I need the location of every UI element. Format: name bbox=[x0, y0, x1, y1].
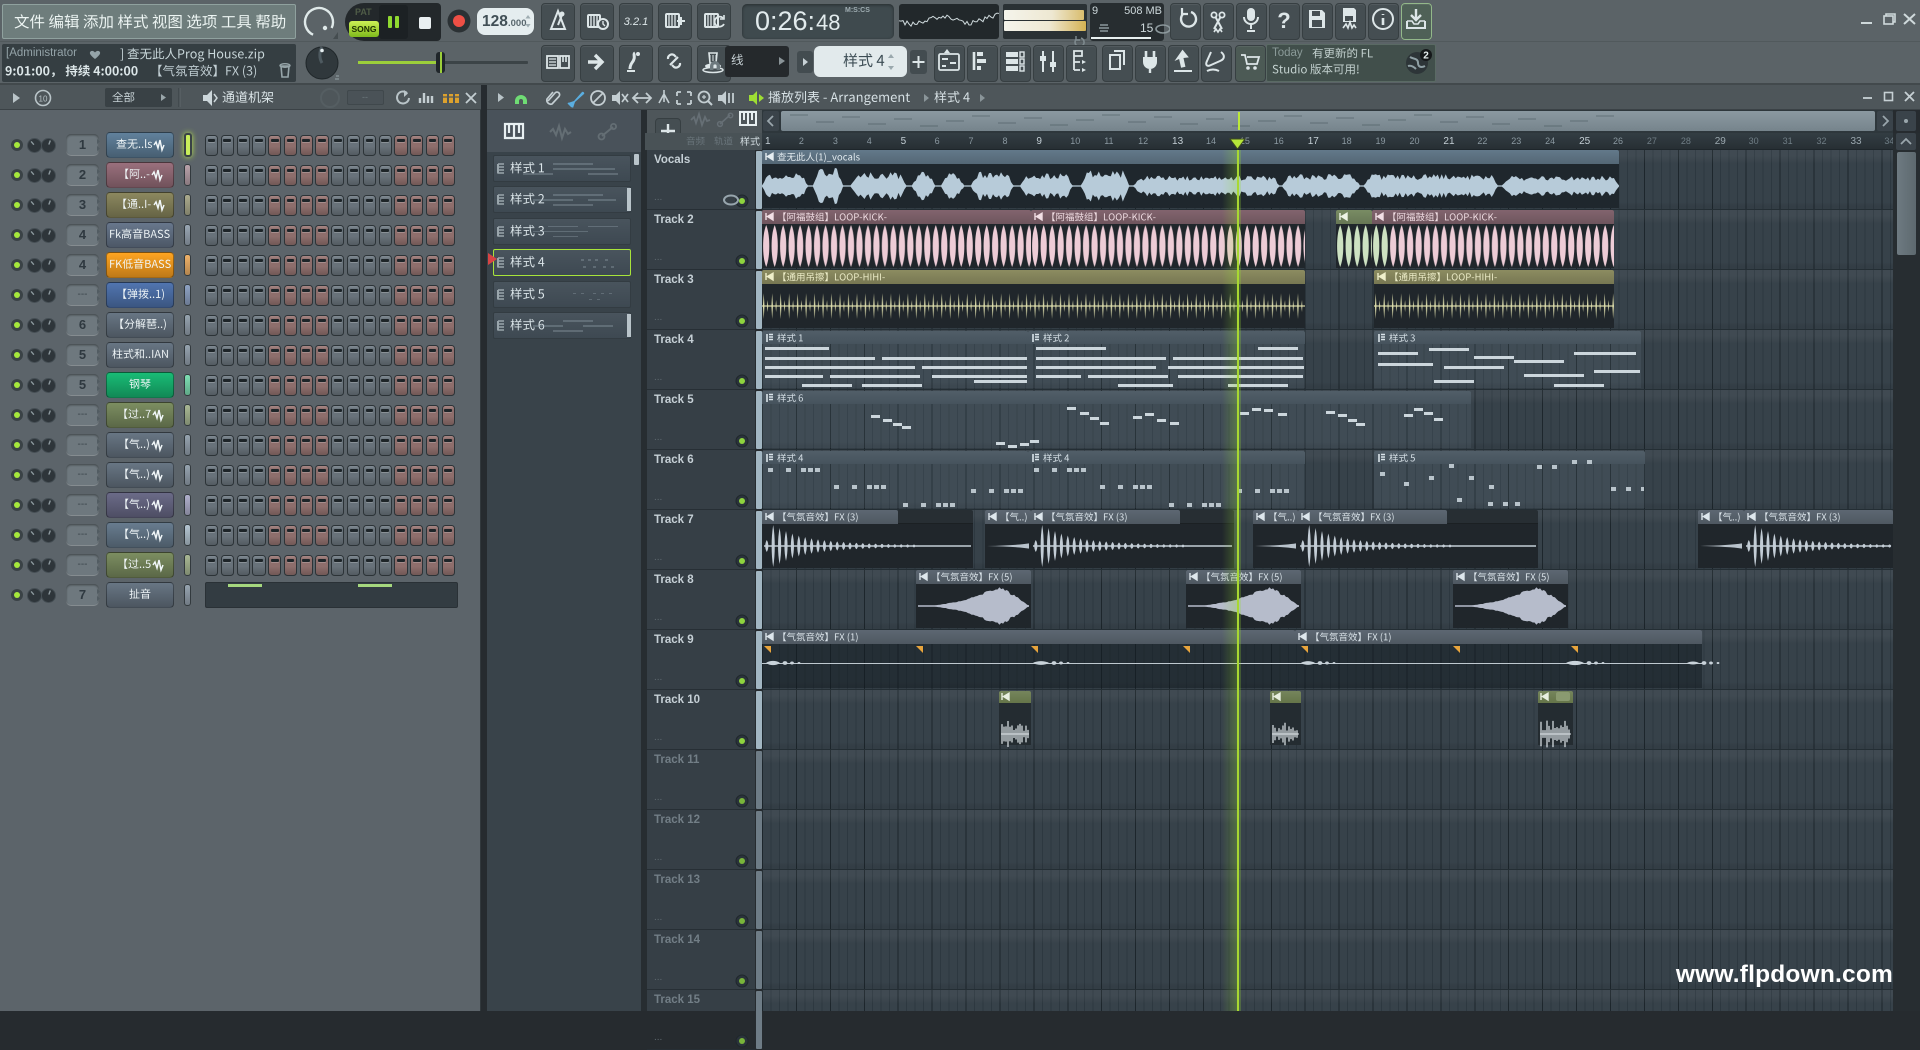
svg-text:2: 2 bbox=[1423, 51, 1429, 62]
svg-text:10: 10 bbox=[39, 95, 48, 104]
svg-text:3.2.1: 3.2.1 bbox=[624, 16, 648, 28]
svg-text:?: ? bbox=[1277, 8, 1290, 33]
